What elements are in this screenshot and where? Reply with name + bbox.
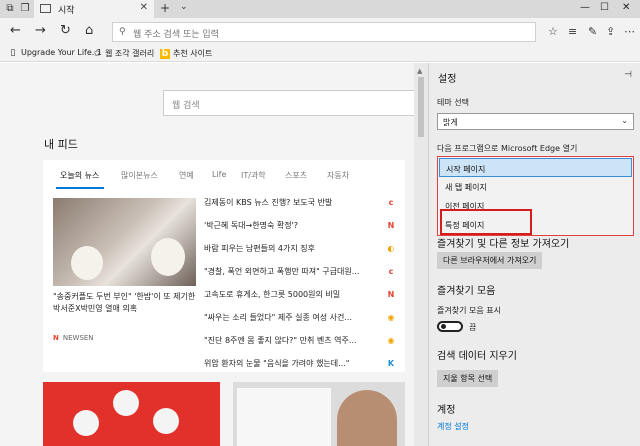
page-icon xyxy=(40,4,51,13)
newsen-logo-icon: N xyxy=(53,334,59,342)
news-item[interactable]: 위암 환자의 눈물 "음식을 가려야 했는데..." xyxy=(204,358,364,369)
tabs-aside-icon[interactable]: ⧉ xyxy=(4,3,16,15)
page-scrollbar[interactable]: ▲ xyxy=(414,63,428,446)
favorites-bar-toggle[interactable] xyxy=(437,321,463,332)
back-icon[interactable]: ← xyxy=(10,24,21,38)
headline[interactable]: "송중커플도 두번 부인" '한밤'이 또 제기한 박서준X박민영 열애 의혹 xyxy=(53,291,203,315)
feed-tab-cars[interactable]: 자동차 xyxy=(327,170,349,181)
pin-icon[interactable]: ⊣ xyxy=(624,70,632,80)
highlight-annotation xyxy=(440,209,532,235)
news-source-icon: c xyxy=(388,267,394,276)
theme-label: 테마 선택 xyxy=(437,98,469,107)
theme-value: 밝게 xyxy=(443,118,458,127)
open-with-label: 다음 프로그램으로 Microsoft Edge 열기 xyxy=(437,144,578,153)
favorites-bar: ▯ Upgrade Your Life. 1 ✩ 웹 조각 갤러리 b 추천 사이트 xyxy=(0,46,640,62)
reading-list-icon[interactable]: ≡ xyxy=(568,25,577,38)
news-source-icon: ◉ xyxy=(387,313,395,322)
dog-shape xyxy=(71,246,103,280)
tab-preview-icon[interactable]: ❐ xyxy=(19,3,31,15)
face-shape xyxy=(153,408,179,434)
new-tab-icon[interactable]: + xyxy=(160,1,170,15)
news-item[interactable]: 고속도로 휴게소, 한그릇 5000원의 비밀 xyxy=(204,289,364,300)
news-feed-card: 오늘의 뉴스 많이본뉴스 연예 Life IT/과학 스포츠 자동차 "송중커플… xyxy=(43,160,405,372)
face-shape xyxy=(73,410,99,436)
dog-shape xyxy=(151,238,185,276)
address-placeholder: 웹 주소 검색 또는 입력 xyxy=(133,30,219,40)
news-item[interactable]: "경찰, 폭언 외면하고 폭행만 따져" 구급대원... xyxy=(204,266,364,277)
face-shape xyxy=(113,390,139,416)
paper-shape xyxy=(237,388,331,446)
settings-title: 설정 xyxy=(438,74,457,85)
document-news-image[interactable] xyxy=(233,382,405,446)
news-photo[interactable] xyxy=(53,198,196,286)
news-source: N NEWSEN xyxy=(53,334,94,342)
favorites-section-title: 즐겨찾기 모음 xyxy=(437,286,496,297)
scroll-up-icon[interactable]: ▲ xyxy=(417,67,422,75)
account-settings-link[interactable]: 계정 설정 xyxy=(437,421,469,432)
window-close-icon[interactable]: ✕ xyxy=(622,2,630,13)
news-item[interactable]: "싸우는 소리 들었다" 제주 실종 여성 사건... xyxy=(204,312,364,323)
emoji-news-image[interactable] xyxy=(43,382,220,446)
chevron-down-icon[interactable]: ⌄ xyxy=(180,2,188,12)
favorites-icon[interactable]: ☆ xyxy=(548,25,558,38)
theme-select[interactable]: 밝게 ⌄ xyxy=(437,113,634,130)
news-source-icon: c xyxy=(388,198,394,207)
news-source-icon: N xyxy=(387,290,395,299)
feed-tab-it[interactable]: IT/과학 xyxy=(241,170,266,181)
address-bar[interactable]: ⚲ 웹 주소 검색 또는 입력 xyxy=(112,22,536,42)
feed-title: 내 피드 xyxy=(44,138,78,151)
home-icon[interactable]: ⌂ xyxy=(85,24,93,38)
toggle-state: 끔 xyxy=(469,323,477,332)
tab-title: 시작 xyxy=(58,6,75,16)
page-icon: ▯ xyxy=(10,48,16,58)
news-item[interactable]: 김제동이 KBS 뉴스 진행? 보도국 반발 xyxy=(204,197,364,208)
active-tab-indicator xyxy=(56,187,104,189)
news-item[interactable]: 바람 피우는 남편들의 4가지 징후 xyxy=(204,243,364,254)
feed-tab-today[interactable]: 오늘의 뉴스 xyxy=(60,170,99,181)
feed-tab-sports[interactable]: 스포츠 xyxy=(285,170,307,181)
close-icon[interactable]: ✕ xyxy=(140,2,148,13)
news-source-icon: ◐ xyxy=(387,244,395,253)
navigation-bar: ← → ↻ ⌂ ⚲ 웹 주소 검색 또는 입력 ☆ ≡ ✎ ⇪ ⋯ xyxy=(0,18,640,46)
minimize-icon[interactable]: — xyxy=(580,2,590,13)
favorites-toggle-label: 즐겨찾기 모음 표시 xyxy=(437,306,501,315)
settings-panel: 설정 ⊣ 테마 선택 밝게 ⌄ 다음 프로그램으로 Microsoft Edge… xyxy=(428,63,640,446)
option-new-tab-page[interactable]: 새 탭 페이지 xyxy=(439,177,632,196)
start-page: 웹 검색 내 피드 오늘의 뉴스 많이본뉴스 연예 Life IT/과학 스포츠… xyxy=(0,63,428,446)
import-button[interactable]: 다른 브라우저에서 가져오기 xyxy=(437,252,543,269)
scroll-thumb[interactable] xyxy=(418,77,424,137)
person-shape xyxy=(337,390,397,446)
forward-icon[interactable]: → xyxy=(35,24,46,38)
search-icon: ⚲ xyxy=(119,27,126,37)
more-icon[interactable]: ⋯ xyxy=(624,25,635,38)
toggle-knob xyxy=(441,324,446,329)
news-item[interactable]: '박근혜 독대→한명숙 확정'? xyxy=(204,220,364,231)
feed-tab-popular[interactable]: 많이본뉴스 xyxy=(121,170,158,181)
favorite-item-upgrade[interactable]: ▯ Upgrade Your Life. 1 xyxy=(8,48,102,58)
bing-icon: b xyxy=(160,49,170,59)
maximize-icon[interactable]: ☐ xyxy=(600,2,609,13)
pen-icon[interactable]: ✎ xyxy=(588,25,597,38)
clear-data-section-title: 검색 데이터 지우기 xyxy=(437,351,517,362)
share-icon[interactable]: ⇪ xyxy=(606,25,615,38)
tab-start[interactable]: 시작 ✕ xyxy=(34,0,154,18)
clear-data-button[interactable]: 지울 항목 선택 xyxy=(437,370,499,387)
account-section-title: 계정 xyxy=(437,405,456,416)
favorite-item-gallery[interactable]: ✩ 웹 조각 갤러리 xyxy=(92,48,154,59)
feed-tab-entertainment[interactable]: 연예 xyxy=(179,170,194,181)
chevron-down-icon: ⌄ xyxy=(621,116,628,125)
star-icon: ✩ xyxy=(93,49,101,59)
title-bar: ⧉ ❐ 시작 ✕ + ⌄ — ☐ ✕ xyxy=(0,0,640,18)
news-source-icon: K xyxy=(387,359,395,368)
news-item[interactable]: "진단 8주엔 몸 좋지 않다?" 만취 벤츠 역주... xyxy=(204,335,364,346)
web-search-input[interactable]: 웹 검색 xyxy=(163,90,428,116)
news-source-icon: ◉ xyxy=(387,336,395,345)
feed-tab-life[interactable]: Life xyxy=(212,170,226,179)
news-source-icon: N xyxy=(387,221,395,230)
web-search-placeholder: 웹 검색 xyxy=(172,101,200,111)
option-start-page[interactable]: 시작 페이지 xyxy=(439,158,632,177)
refresh-icon[interactable]: ↻ xyxy=(60,24,71,38)
favorite-item-recommended[interactable]: b 추천 사이트 xyxy=(160,48,212,59)
import-section-title: 즐겨찾기 및 다른 정보 가져오기 xyxy=(437,239,570,250)
